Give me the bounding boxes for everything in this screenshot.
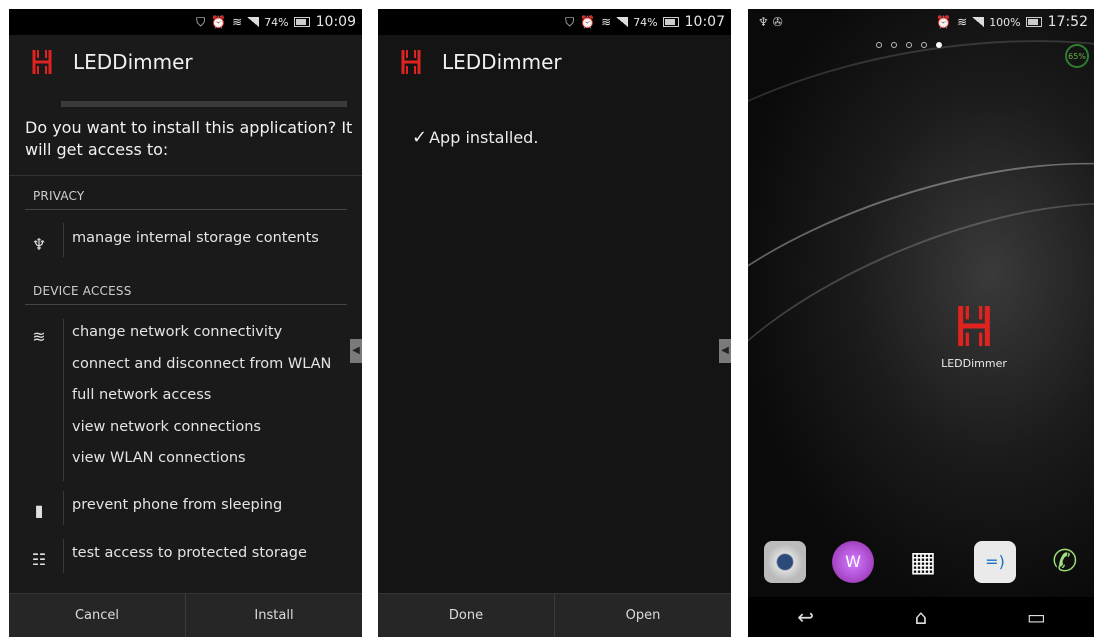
battery-icon: [293, 17, 310, 27]
perm-divider: [63, 491, 64, 525]
battery-icon: [662, 17, 679, 27]
page-dot[interactable]: [906, 42, 912, 48]
page-dot[interactable]: [876, 42, 882, 48]
installed-message: ✓ App installed.: [412, 127, 538, 148]
usb-icon: ♆: [31, 235, 47, 254]
wallpaper: [748, 9, 1094, 597]
divider: [9, 175, 362, 176]
perm-divider: [63, 539, 64, 573]
alarm-icon: ⏰: [580, 15, 596, 29]
recent-apps-icon[interactable]: ▭: [1016, 605, 1056, 629]
checkmark-icon: ✓: [412, 127, 428, 148]
alarm-icon: ⏰: [936, 15, 952, 29]
shield-icon: ⛉: [196, 14, 206, 29]
section-divider: [25, 304, 347, 305]
title-bar: LEDDimmer: [9, 35, 362, 89]
leddimmer-logo-icon: [958, 306, 990, 346]
messaging-icon[interactable]: =): [974, 541, 1016, 583]
scroll-indicator[interactable]: [61, 101, 347, 107]
wifi-icon: ≋: [32, 327, 46, 346]
battery-percent: 100%: [989, 15, 1021, 29]
app-title: LEDDimmer: [73, 50, 193, 74]
signal-icon: [616, 17, 629, 27]
page-dot-active[interactable]: [936, 42, 942, 48]
action-bar: Done Open: [378, 593, 731, 637]
signal-icon: [972, 17, 985, 27]
clock: 17:52: [1047, 14, 1088, 30]
install-button[interactable]: Install: [185, 594, 362, 637]
perm-network-0: change network connectivity: [72, 324, 283, 340]
installed-text: App installed.: [429, 128, 539, 147]
clock: 10:07: [684, 14, 725, 30]
home-icon[interactable]: ⌂: [901, 605, 941, 629]
walkman-icon[interactable]: W: [832, 541, 874, 583]
page-dot[interactable]: [921, 42, 927, 48]
shortcut-label: LEDDimmer: [941, 357, 1007, 370]
battery-widget[interactable]: 65%: [1065, 44, 1089, 68]
side-tab-handle[interactable]: ◀: [350, 339, 362, 363]
perm-sleep: prevent phone from sleeping: [72, 497, 283, 513]
perm-divider: [63, 319, 64, 481]
perm-network-4: view WLAN connections: [72, 450, 246, 466]
camera-icon[interactable]: [764, 541, 806, 583]
perm-storage: manage internal storage contents: [72, 230, 319, 246]
clock: 10:09: [315, 14, 356, 30]
shield-icon: ⛉: [565, 14, 575, 29]
done-button[interactable]: Done: [378, 594, 554, 637]
install-question: Do you want to install this application?…: [25, 118, 353, 159]
leddimmer-home-shortcut[interactable]: LEDDimmer: [934, 301, 1014, 370]
sliders-icon: ☷: [31, 550, 47, 569]
signal-icon: [247, 17, 260, 27]
status-bar: ⏰ ≋ 100% 17:52: [748, 9, 1094, 35]
perm-network-1: connect and disconnect from WLAN: [72, 356, 332, 372]
perm-network-2: full network access: [72, 387, 212, 403]
section-device-access: DEVICE ACCESS: [33, 284, 132, 298]
page-indicator[interactable]: [876, 42, 942, 48]
alarm-icon: ⏰: [211, 15, 227, 29]
status-bar: ⛉ ⏰ ≋ 74% 10:09: [9, 9, 362, 35]
perm-protected-storage: test access to protected storage: [72, 545, 307, 561]
page-dot[interactable]: [891, 42, 897, 48]
dock: W ▦ =) ✆: [748, 537, 1094, 587]
installed-screen: ⛉ ⏰ ≋ 74% 10:07 LEDDimmer ✓ App installed…: [378, 9, 731, 637]
leddimmer-logo-icon: [401, 50, 421, 74]
back-icon[interactable]: ↩: [786, 605, 826, 629]
wifi-icon: ≋: [957, 15, 968, 29]
leddimmer-logo-icon: [32, 50, 52, 74]
battery-percent: 74%: [264, 15, 289, 29]
battery-percent: 74%: [633, 15, 658, 29]
wifi-icon: ≋: [232, 15, 243, 29]
section-privacy: PRIVACY: [33, 189, 85, 203]
app-title: LEDDimmer: [442, 50, 562, 74]
section-divider: [25, 209, 347, 210]
open-button[interactable]: Open: [554, 594, 731, 637]
status-bar: ⛉ ⏰ ≋ 74% 10:07: [378, 9, 731, 35]
battery-icon: ▮: [34, 501, 44, 520]
install-screen: ⛉ ⏰ ≋ 74% 10:09 LEDDimmer Do you want to…: [9, 9, 362, 637]
home-screen: ♆ ✇ ⏰ ≋ 100% 17:52 65% LEDDimmer W ▦ =) …: [748, 9, 1094, 637]
side-tab-handle[interactable]: ◀: [719, 339, 731, 363]
cancel-button[interactable]: Cancel: [9, 594, 185, 637]
navigation-bar: ↩ ⌂ ▭: [748, 597, 1094, 637]
battery-icon: [1025, 17, 1042, 27]
perm-divider: [63, 223, 64, 257]
phone-icon[interactable]: ✆: [1044, 541, 1086, 583]
wifi-icon: ≋: [601, 15, 612, 29]
title-bar: LEDDimmer: [378, 35, 731, 89]
action-bar: Cancel Install: [9, 593, 362, 637]
perm-network-3: view network connections: [72, 419, 261, 435]
app-drawer-icon[interactable]: ▦: [902, 541, 944, 583]
